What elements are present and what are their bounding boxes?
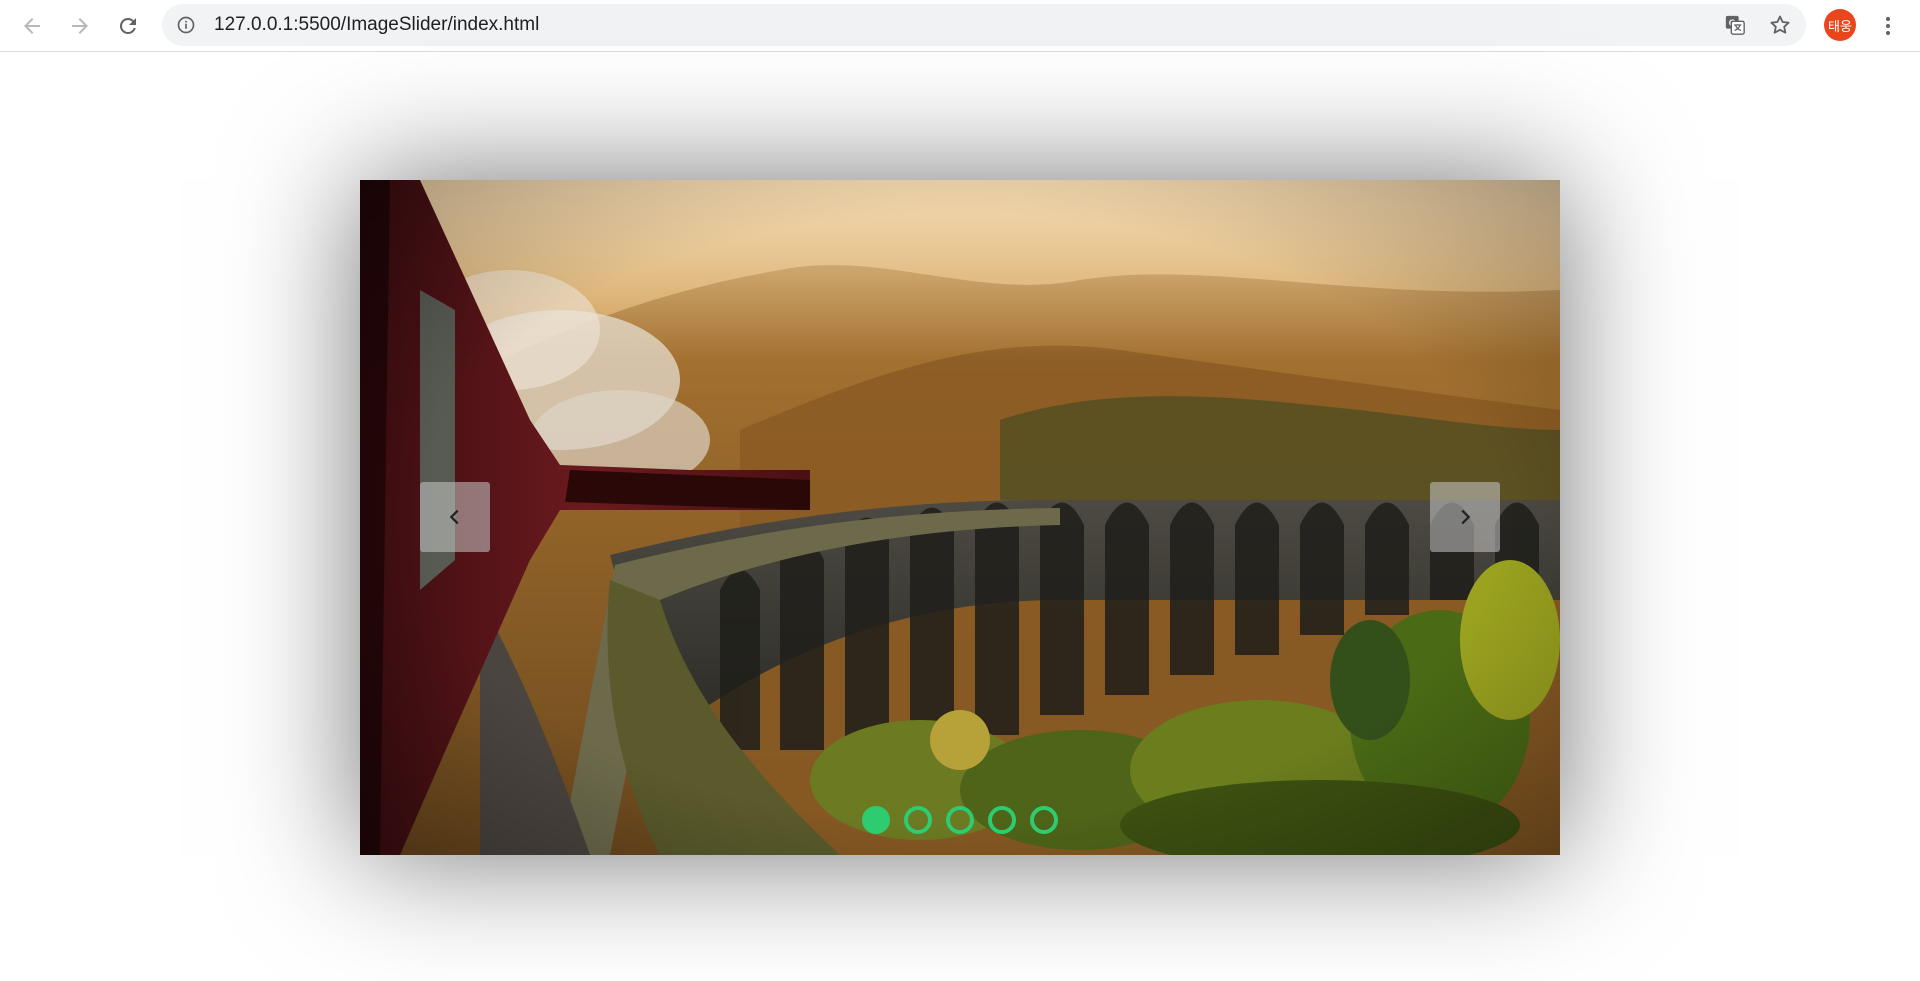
slide-dot-1[interactable] (862, 806, 890, 834)
arrow-left-icon (24, 18, 40, 34)
slide-image (360, 180, 1560, 855)
url-text[interactable]: 127.0.0.1:5500/ImageSlider/index.html (214, 4, 539, 46)
slide-dot-2[interactable] (904, 806, 932, 834)
address-bar[interactable]: 127.0.0.1:5500/ImageSlider/index.html G (162, 4, 1806, 46)
next-slide-button[interactable] (1430, 482, 1500, 552)
prev-slide-button[interactable] (420, 482, 490, 552)
translate-icon[interactable]: G (1724, 14, 1746, 36)
slide-indicators (360, 806, 1560, 836)
reload-icon (119, 17, 136, 34)
slide-dot-5[interactable] (1030, 806, 1058, 834)
arrow-right-icon (72, 18, 88, 34)
slide-dot-4[interactable] (988, 806, 1016, 834)
info-icon[interactable] (176, 15, 196, 35)
browser-toolbar: 127.0.0.1:5500/ImageSlider/index.html G … (0, 0, 1920, 52)
star-icon[interactable] (1768, 13, 1792, 37)
avatar[interactable]: 태웅 (1824, 9, 1856, 41)
image-slider (360, 180, 1560, 855)
reload-button[interactable] (112, 10, 144, 42)
chevron-left-icon (449, 509, 459, 525)
back-button[interactable] (16, 10, 48, 42)
menu-button[interactable] (1872, 10, 1904, 42)
forward-button[interactable] (64, 10, 96, 42)
chevron-right-icon (1461, 509, 1471, 525)
kebab-menu-icon (1886, 17, 1890, 35)
slide-dot-3[interactable] (946, 806, 974, 834)
